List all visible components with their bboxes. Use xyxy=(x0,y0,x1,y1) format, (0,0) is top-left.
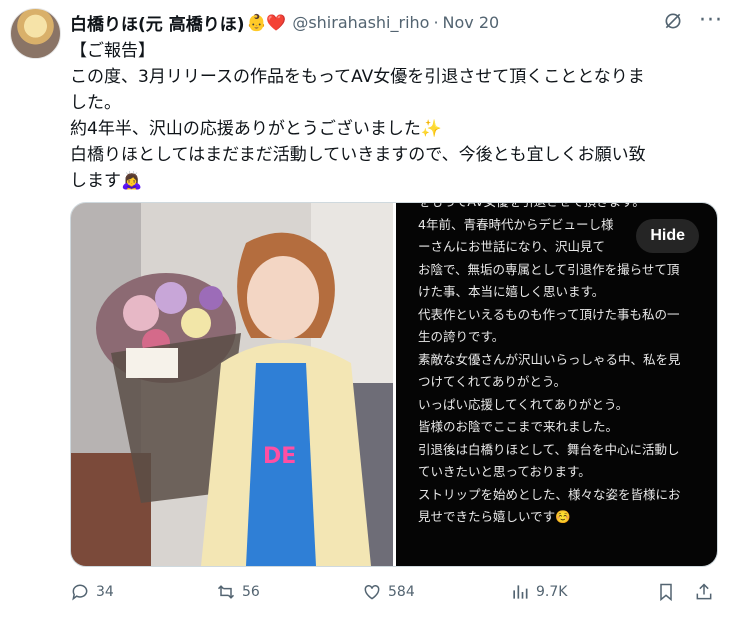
reply-icon xyxy=(72,584,88,601)
text-image-line: ストリップを始めとした、様々な姿を皆様にお xyxy=(418,486,681,502)
views-icon xyxy=(513,585,528,599)
like-button[interactable]: 584 xyxy=(362,582,415,602)
action-bar: 34 56 584 9.7K xyxy=(70,582,720,610)
post-line: します🙇‍♀️ xyxy=(70,171,143,191)
text-image-line: いっぱい応援してくれてありがとう。 xyxy=(418,396,629,412)
share-icon xyxy=(696,583,712,600)
text-image[interactable]: をもってAV女優を引退させて頂きます。 4年前、青春時代からデビューし様 ーさん… xyxy=(396,203,717,566)
text-image-line: 皆様のお陰でここまで来れました。 xyxy=(418,419,619,434)
post-line: 【ご報告】 xyxy=(70,41,155,61)
media-grid: DE をもってAV女優を引退させて頂きます。 4年前、青春時代からデビューし様 … xyxy=(70,202,718,567)
more-icon[interactable]: ··· xyxy=(699,8,723,33)
post-line: 約4年半、沢山の応援ありがとうございました✨ xyxy=(70,119,442,139)
reply-count: 34 xyxy=(96,584,114,600)
text-image-line: 引退後は白橋りほとして、舞台を中心に活動し xyxy=(418,441,680,457)
text-image-line: つけてくれてありがとう。 xyxy=(418,374,567,389)
bookmark-icon xyxy=(660,583,672,602)
repost-count: 56 xyxy=(242,584,260,600)
post-line: 白橋りほとしてはまだまだ活動していきますので、今後とも宜しくお願い致 xyxy=(70,145,646,165)
display-name[interactable]: 白橋りほ(元 高橋りほ) xyxy=(70,10,244,35)
repost-button[interactable]: 56 xyxy=(216,582,260,602)
grok-icon[interactable] xyxy=(663,11,683,31)
views-button[interactable]: 9.7K xyxy=(510,582,567,602)
post-header: 白橋りほ(元 高橋りほ) 👶❤️ @shirahashi_riho · Nov … xyxy=(70,10,723,35)
text-image-line: 素敵な女優さんが沢山いらっしゃる中、私を見 xyxy=(418,351,681,367)
svg-text:DE: DE xyxy=(263,444,296,469)
post-line: この度、3月リリースの作品をもってAV女優を引退させて頂くこととなりま xyxy=(70,67,645,87)
text-image-line: お陰で、無垢の専属として引退作を撮らせて頂 xyxy=(418,261,680,277)
reply-button[interactable]: 34 xyxy=(70,582,114,602)
share-button[interactable] xyxy=(694,582,720,602)
text-image-line: をもってAV女優を引退させて頂きます。 xyxy=(418,203,708,214)
bookmark-button[interactable] xyxy=(656,582,682,602)
text-image-line: 代表作といえるものも作って頂けた事も私の一 xyxy=(418,306,680,322)
views-count: 9.7K xyxy=(536,584,568,600)
avatar[interactable] xyxy=(10,8,61,59)
hide-button[interactable]: Hide xyxy=(636,219,699,253)
repost-icon xyxy=(217,585,235,599)
text-image-line: ていきたいと思っております。 xyxy=(418,464,591,479)
like-count: 584 xyxy=(388,584,415,600)
handle[interactable]: @shirahashi_riho xyxy=(292,13,429,32)
post-date[interactable]: Nov 20 xyxy=(443,13,500,32)
text-image-line: 生の誇りです。 xyxy=(418,329,505,344)
text-image-line: 見せできたら嬉しいです☺️ xyxy=(418,509,571,524)
text-image-line: けた事、本当に嬉しく思います。 xyxy=(418,284,605,299)
name-emojis: 👶❤️ xyxy=(246,12,287,32)
post-line: した。 xyxy=(70,93,121,113)
photo-illustration: DE xyxy=(71,203,393,566)
post-text: 【ご報告】 この度、3月リリースの作品をもってAV女優を引退させて頂くこととなり… xyxy=(70,38,720,194)
photo-woman-with-bouquet[interactable]: DE xyxy=(71,203,393,566)
like-icon xyxy=(364,584,380,600)
separator: · xyxy=(433,12,439,32)
